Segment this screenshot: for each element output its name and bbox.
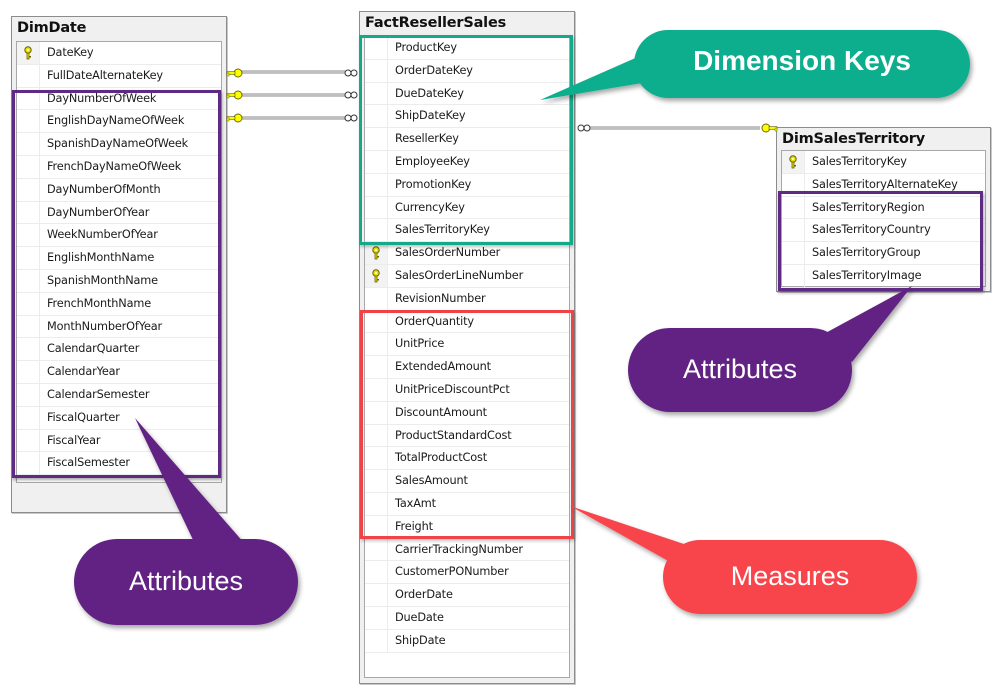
- callout-attributes-territory: [628, 286, 912, 412]
- infinity-endpoint-icon: [344, 91, 358, 99]
- key-endpoint-icon: [226, 90, 243, 100]
- infinity-endpoint-icon: [577, 124, 591, 132]
- key-endpoint-icon: [226, 68, 243, 78]
- relationship-line-shipdate[interactable]: [226, 113, 358, 123]
- relationship-line-orderdate[interactable]: [226, 68, 358, 78]
- callout-label-dimension-keys: Dimension Keys: [693, 45, 911, 76]
- key-endpoint-icon: [761, 123, 778, 133]
- callout-label-measures: Measures: [730, 561, 850, 591]
- callout-label-attributes-date: Attributes: [128, 566, 244, 596]
- infinity-endpoint-icon: [344, 69, 358, 77]
- relationship-line-salesterritory[interactable]: [577, 123, 778, 133]
- infinity-endpoint-icon: [344, 114, 358, 122]
- key-endpoint-icon: [226, 113, 243, 123]
- relationship-line-duedate[interactable]: [226, 90, 358, 100]
- callout-measures: [570, 506, 917, 614]
- callout-label-attributes-territory: Attributes: [682, 354, 798, 384]
